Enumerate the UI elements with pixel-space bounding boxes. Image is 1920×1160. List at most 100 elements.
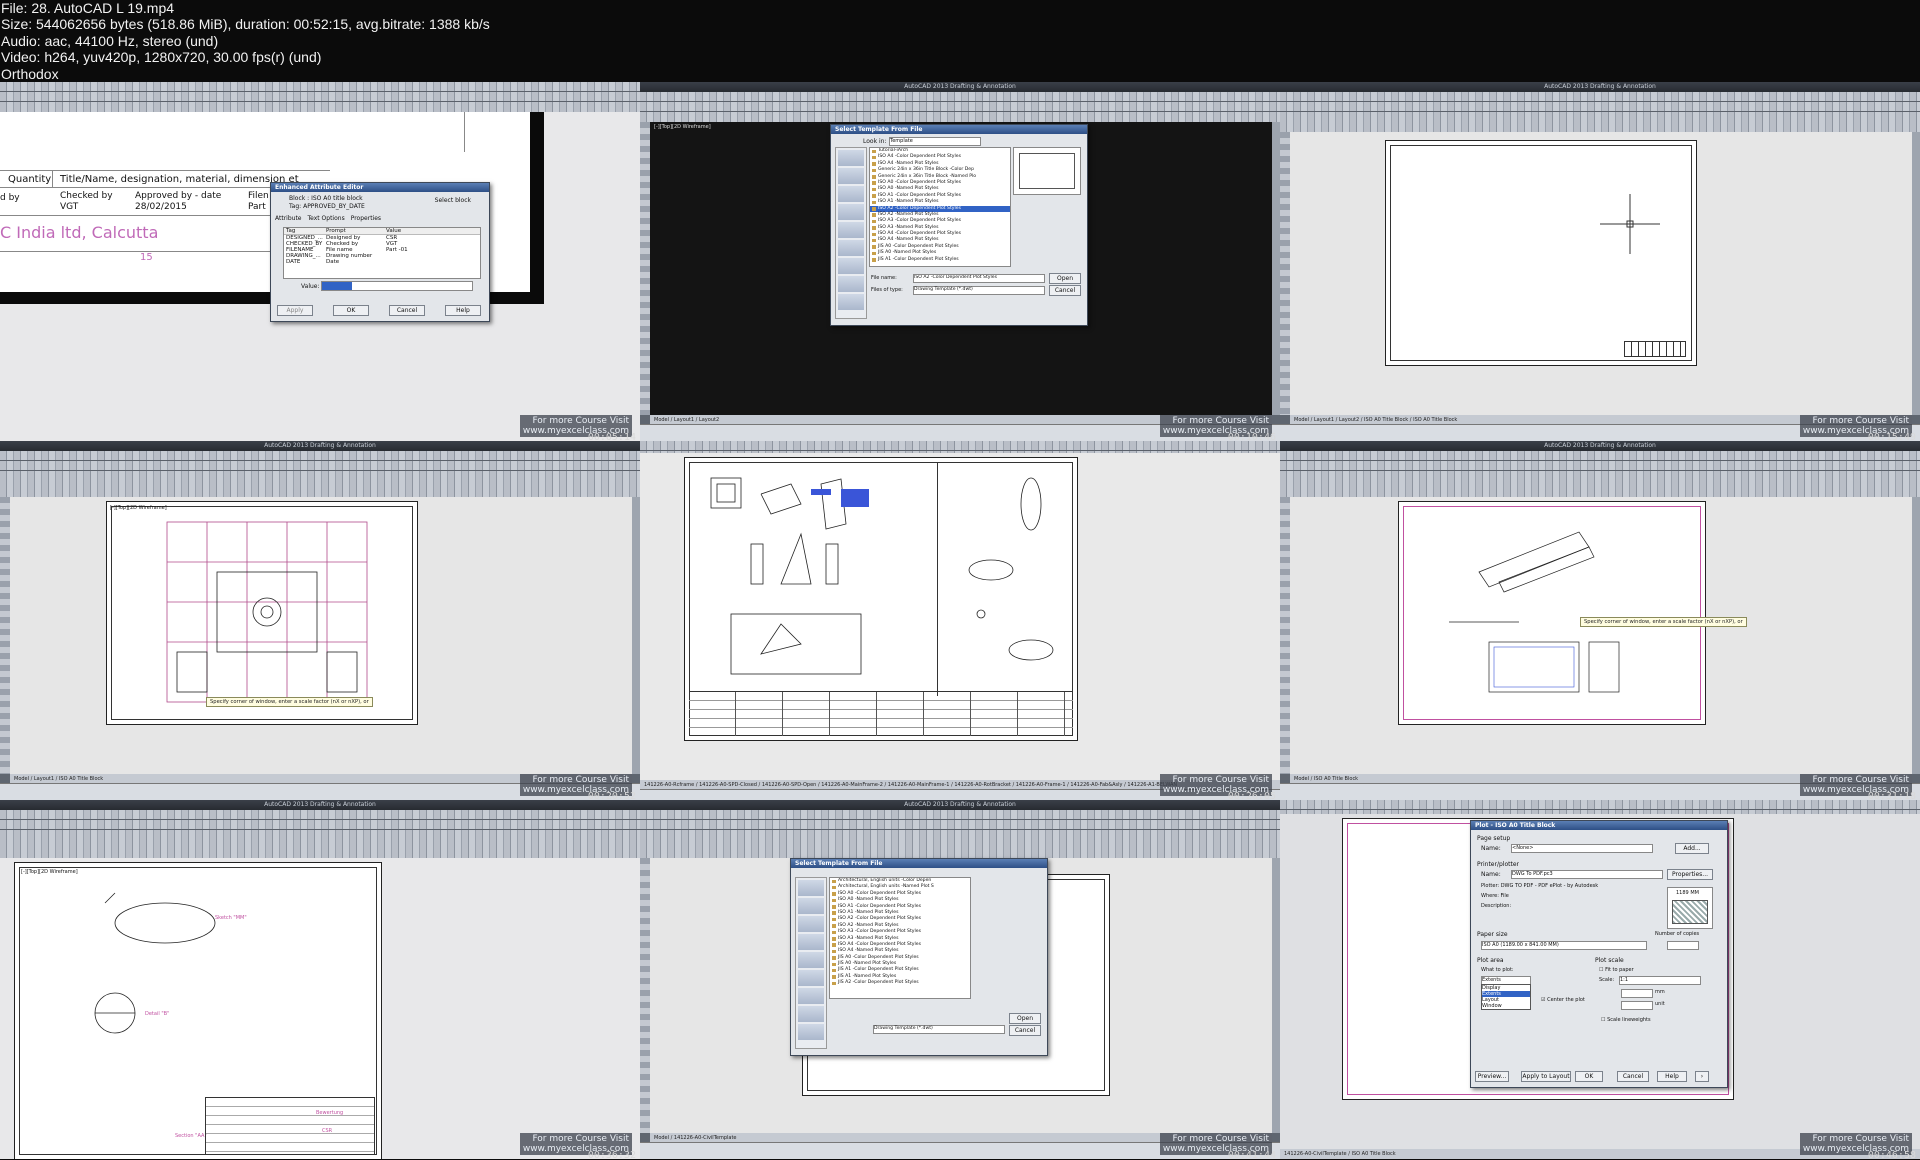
paper-size-select[interactable]: ISO A0 (1189.00 x 841.00 MM): [1481, 941, 1647, 950]
thumb-4: AutoCAD 2013 Drafting & Annotation [-][T…: [0, 441, 640, 800]
app-title: AutoCAD 2013 Drafting & Annotation: [1280, 441, 1920, 451]
preview-button[interactable]: Preview...: [1475, 1071, 1509, 1082]
look-in-select[interactable]: Template: [889, 137, 981, 146]
add-button[interactable]: Add...: [1675, 843, 1709, 854]
file-list[interactable]: Architectural, English units -Color Depe…: [829, 877, 971, 999]
copies-input[interactable]: [1667, 941, 1699, 950]
drawing-area: Select Template From File Architectural,…: [650, 858, 1272, 1133]
layout-sheet: [684, 457, 1078, 741]
attribute-table[interactable]: Tag Prompt Value DESIGNED_... Designed by…: [283, 227, 481, 279]
help-button[interactable]: Help: [445, 305, 481, 316]
ribbon: [0, 82, 640, 113]
drawing-area: [1290, 132, 1912, 415]
center-plot-checkbox[interactable]: ☑ Center the plot: [1541, 997, 1585, 1003]
tab-attribute[interactable]: Attribute: [275, 215, 302, 222]
scale-select[interactable]: 1:1: [1619, 976, 1701, 985]
cell-quantity: Quantity: [8, 174, 52, 185]
file-list[interactable]: Tutorial-iArch ISO A4 -Color Dependent P…: [869, 147, 1011, 267]
app-title: AutoCAD 2013 Drafting & Annotation: [1280, 82, 1920, 92]
ribbon: [640, 810, 1280, 859]
timestamp: 00:05:14: [587, 432, 636, 441]
command-tooltip: Specify corner of window, enter a scale …: [206, 697, 373, 707]
fit-to-paper-checkbox[interactable]: ☐ Fit to paper: [1599, 967, 1634, 973]
ok-button[interactable]: OK: [1575, 1071, 1603, 1082]
open-button[interactable]: Open: [1049, 273, 1081, 284]
app-title: AutoCAD 2013 Drafting & Annotation: [0, 441, 640, 451]
cancel-button[interactable]: Cancel: [1049, 285, 1081, 296]
thumb-6: AutoCAD 2013 Drafting & Annotation Speci…: [1280, 441, 1920, 800]
ribbon: [0, 810, 640, 859]
tab-text-options[interactable]: Text Options: [308, 215, 345, 222]
thumbnail-grid: Quantity Title/Name, designation, materi…: [0, 82, 1920, 1160]
tool-palette: [1280, 497, 1290, 774]
app-title: AutoCAD 2013 Drafting & Annotation: [640, 800, 1280, 810]
navigation-bar: [1912, 132, 1920, 415]
what-to-plot-dropdown[interactable]: Display Extents Layout Window: [1481, 984, 1531, 1010]
video-line: Video: h264, yuv420p, 1280x720, 30.00 fp…: [1, 49, 322, 66]
places-bar[interactable]: [835, 147, 867, 319]
preview-box: [1013, 147, 1081, 195]
tool-palette: [640, 122, 650, 415]
file-type-select[interactable]: Drawing Template (*.dwt): [913, 286, 1045, 295]
timestamp: 00:15:49: [1867, 432, 1916, 441]
part-drawing-right: [968, 477, 1054, 661]
cancel-button[interactable]: Cancel: [389, 305, 425, 316]
paper-preview: 1189 MM: [1667, 887, 1713, 929]
page-setup-select[interactable]: <None>: [1511, 844, 1653, 853]
app-title: AutoCAD 2013 Drafting & Annotation: [640, 82, 1280, 92]
part-drawing-left: [710, 477, 869, 675]
ribbon: [640, 92, 1280, 123]
apply-to-layout-button[interactable]: Apply to Layout: [1521, 1071, 1571, 1082]
cancel-button[interactable]: Cancel: [1617, 1071, 1649, 1082]
command-tooltip: Specify corner of window, enter a scale …: [1580, 617, 1747, 627]
layout-sheet: [-][Top][2D Wireframe]: [106, 501, 418, 725]
properties-button[interactable]: Properties...: [1667, 869, 1713, 880]
enhanced-attribute-editor[interactable]: Enhanced Attribute Editor Block : ISO A0…: [270, 182, 490, 322]
thumb-8: AutoCAD 2013 Drafting & Annotation Selec…: [640, 800, 1280, 1159]
ribbon: [1280, 451, 1920, 498]
printer-select[interactable]: DWG To PDF.pc3: [1511, 870, 1663, 879]
title-block: [689, 691, 1073, 736]
navigation-bar: [1912, 497, 1920, 774]
select-template-dialog[interactable]: Select Template From File Look in: Templ…: [830, 124, 1088, 326]
navigation-bar: [632, 497, 640, 774]
apply-button[interactable]: Apply: [277, 305, 313, 316]
select-template-dialog[interactable]: Select Template From File Architectural,…: [790, 858, 1048, 1056]
list-item[interactable]: JIS A2 -Color Dependent Plot Styles: [830, 980, 970, 986]
detail-drawing: [94, 892, 216, 1034]
thumb-7: AutoCAD 2013 Drafting & Annotation [-][T…: [0, 800, 640, 1159]
open-button[interactable]: Open: [1009, 1013, 1041, 1024]
ribbon: [1280, 92, 1920, 133]
table-row[interactable]: DATE Date: [284, 259, 480, 265]
tool-palette: [0, 497, 10, 774]
expand-icon[interactable]: ›: [1695, 1071, 1709, 1082]
places-bar[interactable]: [795, 877, 827, 1049]
app-title: AutoCAD 2013 Drafting & Annotation: [0, 800, 640, 810]
drawing-area: Plot - ISO A0 Title Block Page setup Nam…: [1280, 814, 1920, 1149]
navigation-bar: [1272, 858, 1280, 1133]
navigation-bar: [1272, 122, 1280, 415]
help-button[interactable]: Help: [1657, 1071, 1687, 1082]
timestamp: 00:26:05: [1227, 791, 1276, 800]
select-block-button[interactable]: Select block: [435, 197, 471, 204]
thumb-1: Quantity Title/Name, designation, materi…: [0, 82, 640, 441]
file-name-input[interactable]: ISO A2 -Color Dependent Plot Styles: [913, 274, 1045, 283]
layout-sheet: [-][Top][2D Wireframe] Sketch "MM" Detai…: [14, 862, 382, 1159]
dialog-title: Enhanced Attribute Editor: [271, 183, 489, 192]
timestamp: 00:10:46: [1227, 432, 1276, 441]
cancel-button[interactable]: Cancel: [1009, 1025, 1041, 1036]
file-type-select[interactable]: Drawing Template (*.dwt): [873, 1025, 1005, 1034]
tool-palette: [640, 858, 650, 1133]
plot-dialog[interactable]: Plot - ISO A0 Title Block Page setup Nam…: [1470, 820, 1728, 1088]
ok-button[interactable]: OK: [333, 305, 369, 316]
ribbon: [0, 451, 640, 498]
tab-properties[interactable]: Properties: [351, 215, 381, 222]
audio-line: Audio: aac, 44100 Hz, stereo (und): [1, 32, 219, 49]
thumb-3: AutoCAD 2013 Drafting & Annotation Model…: [1280, 82, 1920, 441]
scale-lineweights-checkbox[interactable]: ☐ Scale lineweights: [1601, 1017, 1651, 1023]
list-item[interactable]: JIS A1 -Color Dependent Plot Styles: [870, 257, 1010, 263]
timestamp: 00:31:18: [1867, 791, 1916, 800]
value-input[interactable]: [321, 281, 473, 291]
thumb-2: AutoCAD 2013 Drafting & Annotation [-][T…: [640, 82, 1280, 441]
ribbon: [1280, 800, 1920, 820]
